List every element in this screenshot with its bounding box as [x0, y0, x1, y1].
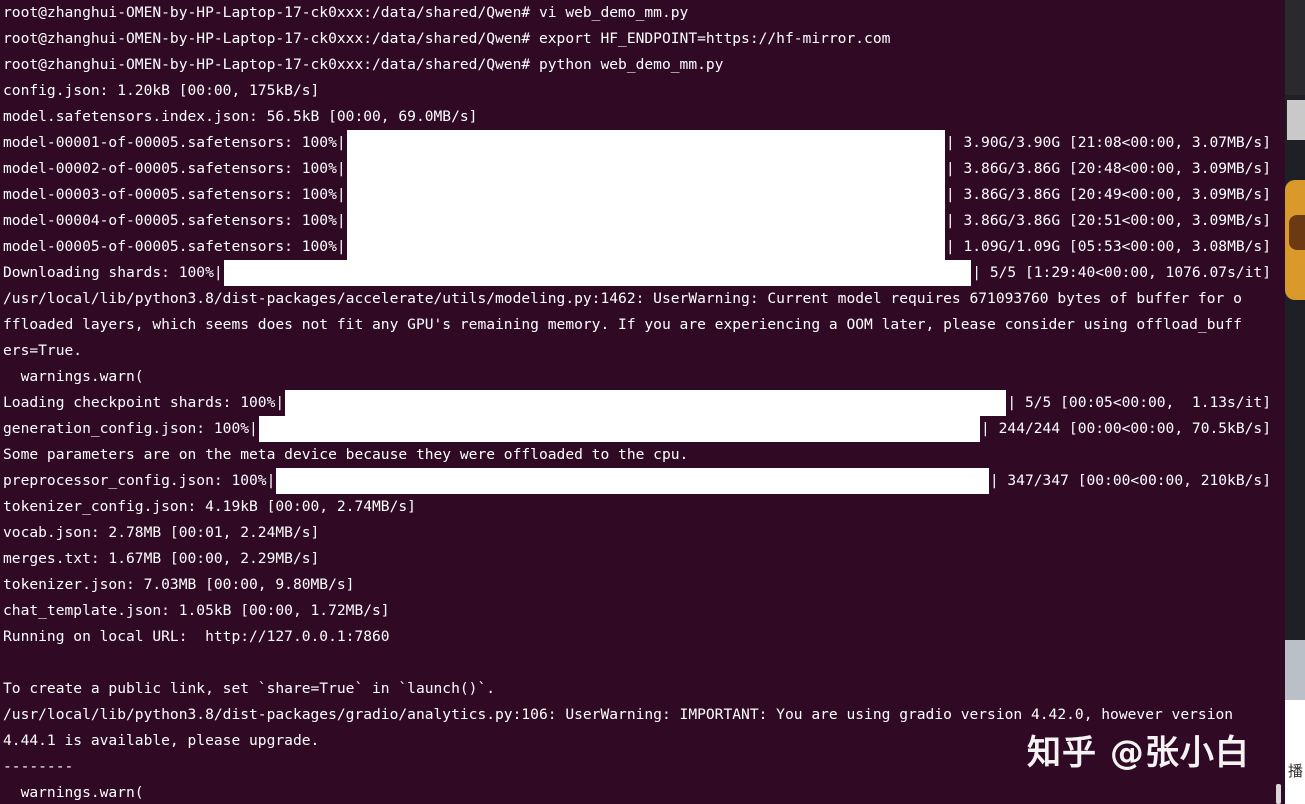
output-text: Running on local URL: http://127.0.0.1:7…: [3, 628, 390, 645]
progress-label: model-00004-of-00005.safetensors: 100%|: [3, 212, 346, 229]
output-line: config.json: 1.20kB [00:00, 175kB/s]: [0, 78, 1285, 104]
output-text: ers=True.: [3, 342, 83, 359]
output-text: tokenizer_config.json: 4.19kB [00:00, 2.…: [3, 498, 416, 515]
terminal-window[interactable]: root@zhanghui-OMEN-by-HP-Laptop-17-ck0xx…: [0, 0, 1285, 804]
progress-stats: | 347/347 [00:00<00:00, 210kB/s]: [989, 472, 1271, 489]
scrollbar[interactable]: [1276, 784, 1281, 804]
progress-bar-fill: [258, 416, 981, 442]
background-window-sliver: 播: [1285, 0, 1305, 804]
output-text: model.safetensors.index.json: 56.5kB [00…: [3, 108, 478, 125]
output-text: config.json: 1.20kB [00:00, 175kB/s]: [3, 82, 320, 99]
progress-stats: | 244/244 [00:00<00:00, 70.5kB/s]: [981, 420, 1271, 437]
progress-line: generation_config.json: 100%| | 244/244 […: [0, 416, 1285, 442]
output-line: ers=True.: [0, 338, 1285, 364]
output-text: root@zhanghui-OMEN-by-HP-Laptop-17-ck0xx…: [3, 30, 891, 47]
output-line: warnings.warn(: [0, 364, 1285, 390]
output-text: ffloaded layers, which seems does not fi…: [3, 316, 1242, 333]
progress-stats: | 3.86G/3.86G [20:49<00:00, 3.09MB/s]: [945, 186, 1271, 203]
progress-line: model-00002-of-00005.safetensors: 100%| |…: [0, 156, 1285, 182]
progress-stats: | 3.90G/3.90G [21:08<00:00, 3.07MB/s]: [945, 134, 1271, 151]
terminal-output: root@zhanghui-OMEN-by-HP-Laptop-17-ck0xx…: [0, 0, 1285, 804]
output-line: root@zhanghui-OMEN-by-HP-Laptop-17-ck0xx…: [0, 26, 1285, 52]
progress-label: Downloading shards: 100%|: [3, 264, 223, 281]
progress-bar-fill: [276, 468, 989, 494]
output-line: chat_template.json: 1.05kB [00:00, 1.72M…: [0, 598, 1285, 624]
progress-line: model-00004-of-00005.safetensors: 100%| |…: [0, 208, 1285, 234]
progress-bar-fill: [346, 208, 945, 234]
progress-bar-fill: [285, 390, 1007, 416]
progress-stats: | 1.09G/1.09G [05:53<00:00, 3.08MB/s]: [945, 238, 1271, 255]
output-text: merges.txt: 1.67MB [00:00, 2.29MB/s]: [3, 550, 320, 567]
background-panel: [1287, 100, 1305, 140]
output-text: Some parameters are on the meta device b…: [3, 446, 689, 463]
watermark: 知乎 @张小白: [1027, 733, 1250, 773]
progress-label: model-00005-of-00005.safetensors: 100%|: [3, 238, 346, 255]
progress-label: preprocessor_config.json: 100%|: [3, 472, 276, 489]
background-panel: [1285, 640, 1305, 700]
progress-line: preprocessor_config.json: 100%| | 347/347…: [0, 468, 1285, 494]
output-text: To create a public link, set `share=True…: [3, 680, 496, 697]
output-line: tokenizer_config.json: 4.19kB [00:00, 2.…: [0, 494, 1285, 520]
output-line: warnings.warn(: [0, 780, 1285, 804]
progress-stats: | 3.86G/3.86G [20:48<00:00, 3.09MB/s]: [945, 160, 1271, 177]
output-text: root@zhanghui-OMEN-by-HP-Laptop-17-ck0xx…: [3, 4, 689, 21]
progress-line: model-00005-of-00005.safetensors: 100%| |…: [0, 234, 1285, 260]
background-panel: [1285, 700, 1305, 804]
progress-bar-fill: [346, 156, 945, 182]
output-line: tokenizer.json: 7.03MB [00:00, 9.80MB/s]: [0, 572, 1285, 598]
progress-label: Loading checkpoint shards: 100%|: [3, 394, 285, 411]
output-line: To create a public link, set `share=True…: [0, 676, 1285, 702]
output-line: root@zhanghui-OMEN-by-HP-Laptop-17-ck0xx…: [0, 52, 1285, 78]
progress-line: model-00003-of-00005.safetensors: 100%| |…: [0, 182, 1285, 208]
progress-bar-fill: [346, 130, 945, 156]
progress-label: model-00001-of-00005.safetensors: 100%|: [3, 134, 346, 151]
progress-label: model-00003-of-00005.safetensors: 100%|: [3, 186, 346, 203]
progress-bar-fill: [346, 234, 945, 260]
output-text: tokenizer.json: 7.03MB [00:00, 9.80MB/s]: [3, 576, 355, 593]
progress-stats: | 3.86G/3.86G [20:51<00:00, 3.09MB/s]: [945, 212, 1271, 229]
progress-label: generation_config.json: 100%|: [3, 420, 258, 437]
progress-bar-fill: [223, 260, 972, 286]
progress-bar-fill: [346, 182, 945, 208]
output-text: warnings.warn(: [3, 784, 144, 801]
progress-line: Downloading shards: 100%| | 5/5 [1:29:40<…: [0, 260, 1285, 286]
progress-line: model-00001-of-00005.safetensors: 100%| |…: [0, 130, 1285, 156]
output-text: root@zhanghui-OMEN-by-HP-Laptop-17-ck0xx…: [3, 56, 724, 73]
output-line: Some parameters are on the meta device b…: [0, 442, 1285, 468]
output-line: root@zhanghui-OMEN-by-HP-Laptop-17-ck0xx…: [0, 0, 1285, 26]
progress-label: model-00002-of-00005.safetensors: 100%|: [3, 160, 346, 177]
output-text: vocab.json: 2.78MB [00:01, 2.24MB/s]: [3, 524, 320, 541]
output-line: model.safetensors.index.json: 56.5kB [00…: [0, 104, 1285, 130]
output-text: chat_template.json: 1.05kB [00:00, 1.72M…: [3, 602, 390, 619]
background-panel: [1285, 0, 1305, 95]
output-line: ffloaded layers, which seems does not fi…: [0, 312, 1285, 338]
output-text: --------: [3, 758, 74, 775]
mascot-image: [1289, 215, 1305, 250]
progress-line: Loading checkpoint shards: 100%| | 5/5 [0…: [0, 390, 1285, 416]
output-line: vocab.json: 2.78MB [00:01, 2.24MB/s]: [0, 520, 1285, 546]
output-line: Running on local URL: http://127.0.0.1:7…: [0, 624, 1285, 650]
progress-stats: | 5/5 [1:29:40<00:00, 1076.07s/it]: [972, 264, 1271, 281]
output-line: /usr/local/lib/python3.8/dist-packages/a…: [0, 286, 1285, 312]
output-text: 4.44.1 is available, please upgrade.: [3, 732, 320, 749]
output-text: warnings.warn(: [3, 368, 144, 385]
output-line: merges.txt: 1.67MB [00:00, 2.29MB/s]: [0, 546, 1285, 572]
progress-stats: | 5/5 [00:05<00:00, 1.13s/it]: [1007, 394, 1271, 411]
partial-label: 播: [1288, 762, 1304, 780]
output-text: /usr/local/lib/python3.8/dist-packages/a…: [3, 290, 1242, 307]
